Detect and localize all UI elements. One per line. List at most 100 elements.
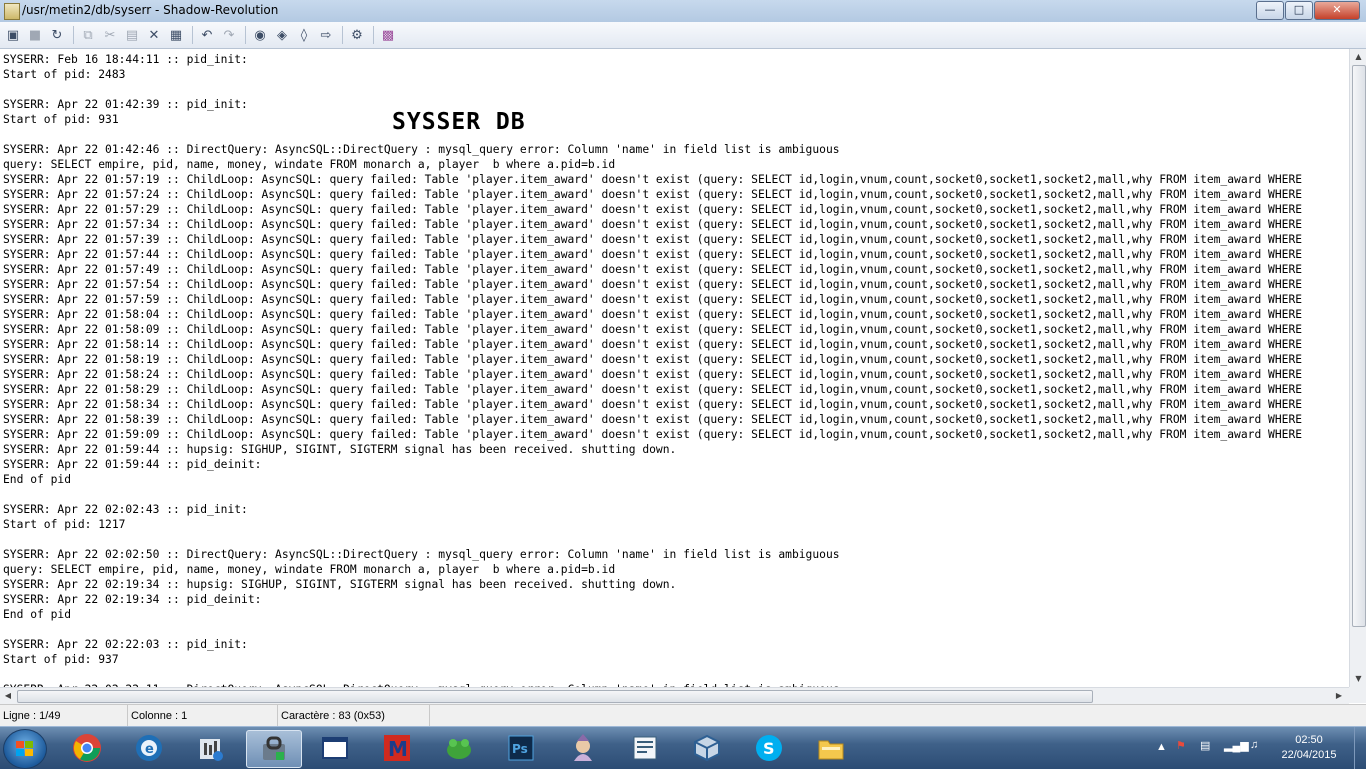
scroll-left-arrow-icon[interactable]: ◀ (0, 688, 16, 704)
notepad-icon[interactable] (618, 730, 672, 766)
log-line: SYSERR: Apr 22 01:58:39 :: ChildLoop: As… (3, 413, 1303, 426)
find-next-icon[interactable]: ◈ (272, 25, 292, 45)
log-line: SYSERR: Apr 22 01:42:39 :: pid_init: (3, 98, 248, 111)
explorer-icon[interactable] (804, 730, 858, 766)
taskbar: e M Ps S ▲ ⚑ ▤ ▂▄▆ ♫ 02:50 22/04/2015 (0, 726, 1366, 769)
status-column: Colonne : 1 (128, 705, 278, 727)
log-line: SYSERR: Apr 22 01:58:04 :: ChildLoop: As… (3, 308, 1303, 321)
find-icon[interactable]: ◉ (250, 25, 270, 45)
toolbar-separator (342, 26, 343, 44)
log-line: End of pid (3, 473, 72, 486)
log-line: SYSERR: Apr 22 01:58:09 :: ChildLoop: As… (3, 323, 1303, 336)
log-line: End of pid (3, 608, 72, 621)
close-button[interactable]: ✕ (1314, 1, 1360, 20)
svg-text:S: S (763, 739, 775, 758)
blank-window-icon[interactable] (308, 730, 362, 766)
app-icon (4, 3, 20, 20)
log-line: Start of pid: 2483 (3, 68, 126, 81)
metin-client-icon[interactable]: e (122, 730, 176, 766)
skype-icon[interactable]: S (742, 730, 796, 766)
action-center-icon[interactable]: ▤ (1200, 739, 1210, 752)
log-line: SYSERR: Feb 16 18:44:11 :: pid_init: (3, 53, 248, 66)
log-line: SYSERR: Apr 22 02:02:43 :: pid_init: (3, 503, 248, 516)
log-line: SYSERR: Apr 22 01:57:39 :: ChildLoop: As… (3, 233, 1303, 246)
volume-icon[interactable]: ♫ (1250, 739, 1258, 751)
reload-icon[interactable]: ↻ (47, 25, 67, 45)
window-title: /usr/metin2/db/syserr - Shadow-Revolutio… (22, 3, 279, 17)
vertical-scrollbar[interactable]: ▲ ▼ (1349, 49, 1366, 687)
new-icon[interactable]: ▣ (3, 25, 23, 45)
log-line: SYSERR: Apr 22 01:58:34 :: ChildLoop: As… (3, 398, 1303, 411)
toolbar-separator (73, 26, 74, 44)
maximize-button[interactable]: □ (1285, 1, 1313, 20)
chrome-icon[interactable] (60, 730, 114, 766)
log-line: SYSERR: Apr 22 01:58:14 :: ChildLoop: As… (3, 338, 1303, 351)
replace-icon[interactable]: ◊ (294, 25, 314, 45)
log-line: Start of pid: 931 (3, 113, 119, 126)
log-line: SYSERR: Apr 22 01:57:24 :: ChildLoop: As… (3, 188, 1303, 201)
save-icon[interactable]: ■ (25, 25, 45, 45)
metin2-m-icon[interactable]: M (370, 730, 424, 766)
log-content[interactable]: SYSERR: Feb 16 18:44:11 :: pid_init:Star… (3, 52, 1302, 687)
status-character: Caractère : 83 (0x53) (278, 705, 430, 727)
cut-icon[interactable]: ✂ (100, 25, 120, 45)
winscp-icon[interactable] (246, 730, 302, 768)
log-line: SYSERR: Apr 22 01:57:49 :: ChildLoop: As… (3, 263, 1303, 276)
select-all-icon[interactable]: ▦ (166, 25, 186, 45)
vertical-scroll-thumb[interactable] (1352, 65, 1366, 627)
log-line: SYSERR: Apr 22 02:02:50 :: DirectQuery: … (3, 548, 840, 561)
log-line: SYSERR: Apr 22 02:19:34 :: pid_deinit: (3, 593, 262, 606)
frog-icon[interactable] (432, 730, 486, 766)
wizard-icon[interactable] (556, 730, 610, 766)
redo-icon[interactable]: ↷ (219, 25, 239, 45)
paste-icon[interactable]: ▤ (122, 25, 142, 45)
start-button[interactable] (3, 729, 47, 769)
scroll-right-arrow-icon[interactable]: ▶ (1331, 688, 1347, 704)
book-icon[interactable]: ▩ (378, 25, 398, 45)
photoshop-icon[interactable]: Ps (494, 730, 548, 766)
network-flag-icon[interactable]: ⚑ (1176, 739, 1186, 752)
log-line: SYSERR: Apr 22 01:57:34 :: ChildLoop: As… (3, 218, 1303, 231)
log-line: SYSERR: Apr 22 01:57:19 :: ChildLoop: As… (3, 173, 1303, 186)
copy-icon[interactable]: ⧉ (78, 25, 98, 45)
show-hidden-icons-icon[interactable]: ▲ (1156, 741, 1167, 753)
svg-text:Ps: Ps (512, 742, 528, 756)
system-tray: ▲ ⚑ ▤ ▂▄▆ ♫ 02:50 22/04/2015 (1150, 727, 1366, 769)
svg-text:e: e (145, 742, 154, 757)
window-controls: — □ ✕ (1255, 1, 1360, 20)
log-line: SYSERR: Apr 22 01:58:24 :: ChildLoop: As… (3, 368, 1303, 381)
clock-date: 22/04/2015 (1281, 749, 1337, 761)
show-desktop-button[interactable] (1354, 727, 1366, 769)
log-line: SYSERR: Apr 22 01:59:44 :: pid_deinit: (3, 458, 262, 471)
toolbar-separator (373, 26, 374, 44)
title-bar[interactable]: /usr/metin2/db/syserr - Shadow-Revolutio… (0, 0, 1366, 23)
clock[interactable]: 02:50 22/04/2015 (1274, 733, 1344, 763)
toolbar-separator (192, 26, 193, 44)
text-editor[interactable]: SYSERR: Feb 16 18:44:11 :: pid_init:Star… (0, 49, 1349, 687)
signal-icon[interactable]: ▂▄▆ (1224, 739, 1249, 752)
virtualbox-icon[interactable] (680, 730, 734, 766)
settings-icon[interactable]: ⚙ (347, 25, 367, 45)
status-bar: Ligne : 1/49 Colonne : 1 Caractère : 83 … (0, 704, 1366, 727)
scroll-corner (1349, 687, 1366, 703)
scroll-down-arrow-icon[interactable]: ▼ (1350, 671, 1366, 687)
scroll-up-arrow-icon[interactable]: ▲ (1350, 49, 1366, 65)
minimize-button[interactable]: — (1256, 1, 1284, 20)
undo-icon[interactable]: ↶ (197, 25, 217, 45)
goto-icon[interactable]: ⇨ (316, 25, 336, 45)
log-line: Start of pid: 937 (3, 653, 119, 666)
log-line: SYSERR: Apr 22 01:57:59 :: ChildLoop: As… (3, 293, 1303, 306)
log-line: SYSERR: Apr 22 01:57:29 :: ChildLoop: As… (3, 203, 1303, 216)
horizontal-scrollbar[interactable]: ◀ ▶ (0, 687, 1349, 704)
windows-logo-icon (16, 741, 33, 756)
horizontal-scroll-thumb[interactable] (17, 690, 1093, 703)
hex-editor-icon[interactable] (184, 730, 238, 766)
delete-icon[interactable]: ✕ (144, 25, 164, 45)
log-line: SYSERR: Apr 22 01:42:46 :: DirectQuery: … (3, 143, 840, 156)
